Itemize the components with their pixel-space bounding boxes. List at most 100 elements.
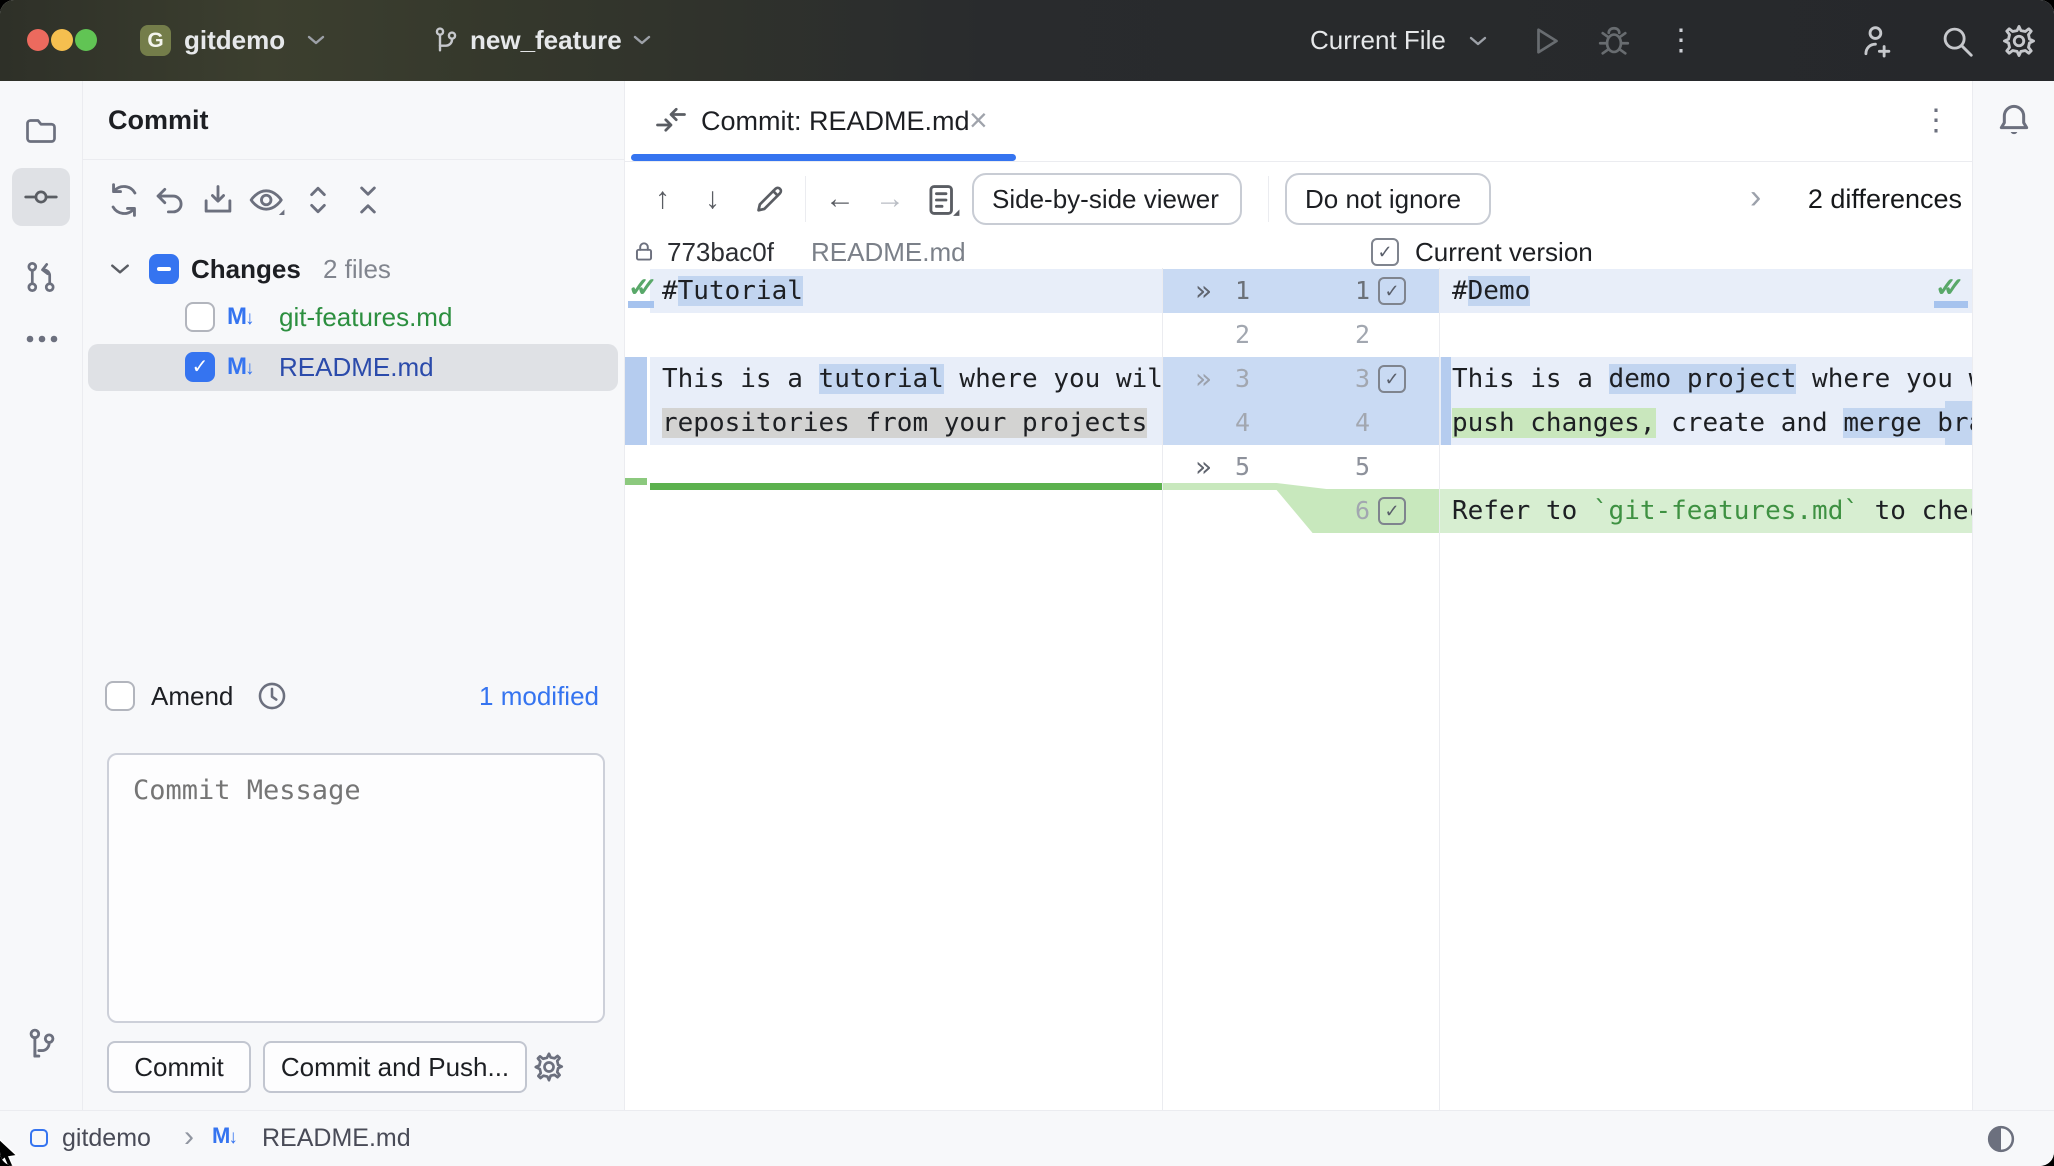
close-tab-icon[interactable]: × [969,81,988,161]
zoom-window-button[interactable] [75,29,97,51]
viewer-mode-dropdown[interactable]: Side-by-side viewer [972,173,1242,225]
debug-icon[interactable] [1596,23,1632,59]
right-line-number: 1 [1325,269,1370,313]
amend-label[interactable]: Amend [151,673,233,719]
commit-panel: Commit Changes 2 files M↓ git-features.m… [83,81,625,1110]
refresh-icon[interactable] [105,181,143,219]
commit-button[interactable]: Commit [107,1041,251,1093]
markdown-file-icon: M↓ [227,350,257,386]
minimize-window-button[interactable] [51,29,73,51]
whitespace-policy-dropdown[interactable]: Do not ignore [1285,173,1491,225]
right-gutter-change-strip [1441,357,1451,445]
include-change-checkbox[interactable]: ✓ [1378,277,1406,305]
search-icon[interactable] [1938,22,1976,60]
commit-options-gear-icon[interactable] [531,1049,567,1085]
branch-selector[interactable]: new_feature [470,0,622,81]
editor-kebab-icon[interactable]: ⋮ [1921,81,1951,161]
git-tool-icon[interactable] [23,1026,61,1064]
close-window-button[interactable] [27,29,49,51]
commit-tool-icon[interactable] [23,179,59,215]
differences-chevron-icon[interactable]: › [1750,162,1761,236]
file-checkbox-git-features[interactable] [185,302,215,332]
run-configuration-selector[interactable]: Current File [1310,0,1446,81]
left-code-line-4[interactable]: repositories from your projects [662,401,1147,445]
run-icon[interactable] [1528,23,1564,59]
commit-history-clock-icon[interactable] [255,679,289,713]
left-line-number: 1 [1205,269,1250,313]
next-difference-icon[interactable]: ↓ [705,162,720,236]
changes-view-options-eye-icon[interactable] [247,181,287,219]
check-mark: ✓ [192,356,209,378]
file-item-readme[interactable]: README.md [279,344,434,390]
left-insertion-line [650,483,1162,490]
pull-requests-tool-icon[interactable] [23,259,59,295]
add-user-icon[interactable] [1858,22,1896,60]
chevron-down-icon[interactable] [306,33,326,47]
changes-group-label[interactable]: Changes [191,246,301,292]
editor-tab-bar: Commit: README.md × ⋮ [625,81,1972,162]
include-change-checkbox[interactable]: ✓ [1378,497,1406,525]
right-code-line-4[interactable]: push changes, create and merge branches [1452,401,1972,445]
theme-contrast-icon[interactable] [1986,1124,2016,1154]
modified-files-link[interactable]: 1 modified [479,673,599,719]
left-code-line-3[interactable]: This is a tutorial where you will [662,357,1179,401]
left-code-line-1[interactable]: #Tutorial [662,269,803,313]
left-tool-strip [0,81,83,1110]
right-change-marker-blue [1934,301,1968,308]
breadcrumb-file[interactable]: README.md [262,1111,411,1166]
include-change-checkbox[interactable]: ✓ [1378,365,1406,393]
settings-gear-icon[interactable] [2000,22,2038,60]
shelve-icon[interactable] [199,181,237,219]
divider [1268,176,1269,222]
project-badge: G [140,25,171,56]
go-forward-arrow-icon[interactable]: → [875,162,905,236]
applied-double-check-icon[interactable]: ✓✓ [1935,272,1951,302]
ide-window: G gitdemo new_feature Current File ⋮ Com… [0,0,2054,1166]
more-actions-kebab-icon[interactable]: ⋮ [1666,0,1696,81]
viewer-mode-label: Side-by-side viewer [992,184,1219,215]
left-change-marker-blue [628,301,654,308]
applied-double-check-icon[interactable]: ✓✓ [628,272,644,302]
commit-panel-title: Commit [108,81,209,159]
more-tool-windows-icon[interactable] [18,321,66,357]
mouse-cursor [0,1138,26,1166]
project-tool-icon[interactable] [23,113,59,149]
check-mark: ✓ [1384,369,1399,389]
notifications-bell-icon[interactable] [1994,101,2034,141]
right-line-number: 5 [1325,445,1370,489]
divider [805,176,806,222]
file-item-git-features[interactable]: git-features.md [279,294,452,340]
collapse-all-icon[interactable] [349,181,387,219]
expand-all-icon[interactable] [299,181,337,219]
right-line-number: 6 [1325,489,1370,533]
current-version-checkbox[interactable]: ✓ [1371,238,1399,266]
go-back-arrow-icon[interactable]: ← [825,162,855,236]
current-version-label: Current version [1415,236,1593,268]
revision-hash[interactable]: 773bac0f [667,236,774,268]
left-gutter-change-strip [625,357,647,445]
rollback-icon[interactable] [151,181,189,219]
whitespace-policy-label: Do not ignore [1305,184,1461,215]
chevron-down-icon[interactable] [632,33,652,47]
left-line-number: 5 [1205,445,1250,489]
project-selector[interactable]: gitdemo [184,0,285,81]
breadcrumb-project[interactable]: gitdemo [62,1111,151,1166]
tree-expand-chevron-icon[interactable] [109,261,131,277]
amend-checkbox[interactable] [105,681,135,711]
tab-commit-readme[interactable]: Commit: README.md [701,81,970,161]
right-code-line-6[interactable]: Refer to `git-features.md` to check [1452,489,1972,533]
right-code-line-1[interactable]: #Demo [1452,269,1530,313]
divider [83,159,624,160]
commit-and-push-button[interactable]: Commit and Push... [263,1041,527,1093]
changed-files-list-icon[interactable] [923,181,961,219]
file-checkbox-readme[interactable]: ✓ [185,352,215,382]
changes-group-checkbox-indeterminate[interactable] [149,254,179,284]
commit-message-input[interactable] [107,753,605,1023]
left-line-number: 4 [1205,401,1250,445]
edit-source-pencil-icon[interactable] [751,181,787,217]
previous-difference-icon[interactable]: ↑ [655,162,670,236]
chevron-down-icon[interactable] [1468,34,1488,48]
markdown-file-icon: M↓ [227,300,257,336]
right-code-line-3[interactable]: This is a demo project where you w [1452,357,1972,401]
differences-count: 2 differences [1808,162,1962,236]
